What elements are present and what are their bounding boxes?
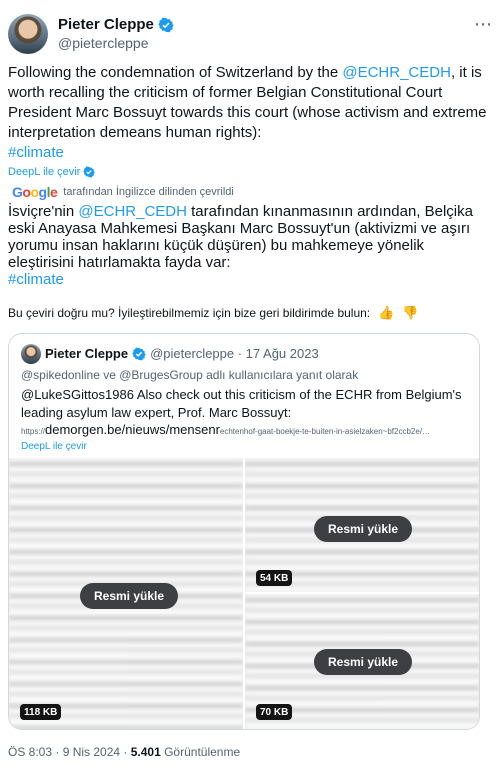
views-count: 5.401: [130, 745, 161, 759]
feedback-question: Bu çeviri doğru mu? İyileştirebilmemiz i…: [8, 306, 371, 320]
link-scheme: https://: [21, 427, 46, 436]
quoted-author-row: Pieter Cleppe @pietercleppe · 17 Ağu 202…: [45, 346, 319, 361]
link-tail: echtenhof-gaat-boekje-te-buiten-in-asiel…: [219, 427, 431, 436]
author-name-row: Pieter Cleppe: [58, 16, 174, 33]
thumbs-down-icon[interactable]: 👎: [402, 305, 418, 321]
translation-feedback: Bu çeviri doğru mu? İyileştirebilmemiz i…: [8, 305, 419, 321]
media-grid: Resmi yükle 118 KB Resmi yükle 54 KB Res…: [9, 458, 479, 729]
translated-mention-link[interactable]: @ECHR_CEDH: [78, 203, 187, 220]
deepl-label: DeepL ile çevir: [8, 166, 81, 178]
more-options-icon[interactable]: ⋯: [474, 14, 493, 35]
quoted-tweet[interactable]: Pieter Cleppe @pietercleppe · 17 Ağu 202…: [8, 333, 480, 730]
timestamp[interactable]: ÖS 8:03 · 9 Nis 2024 ·: [8, 745, 131, 759]
deepl-translate-link[interactable]: DeepL ile çevir: [8, 166, 96, 178]
quoted-text: @LukeSGittos1986 Also check out this cri…: [21, 387, 462, 420]
quoted-reply-to: @spikedonline ve @BrugesGroup adlı kulla…: [21, 368, 359, 382]
author-handle[interactable]: @pietercleppe: [58, 35, 149, 51]
quoted-author-name[interactable]: Pieter Cleppe: [45, 346, 128, 361]
quoted-deepl-label: DeepL ile çevir: [21, 441, 87, 452]
quoted-meta: @pietercleppe · 17 Ağu 2023: [150, 346, 319, 361]
thumbs-up-icon[interactable]: 👍: [378, 305, 394, 321]
avatar[interactable]: [8, 14, 48, 54]
load-image-button[interactable]: Resmi yükle: [314, 516, 413, 542]
media-image-1[interactable]: Resmi yükle 118 KB: [9, 458, 243, 729]
translated-text: İsviçre'nin @ECHR_CEDH tarafından kınanm…: [8, 203, 494, 288]
tweet-footer: ÖS 8:03 · 9 Nis 2024 · 5.401 Görüntülenm…: [8, 745, 240, 759]
google-translate-attribution: Google tarafından İngilizce dilinden çev…: [12, 184, 234, 200]
mention-link[interactable]: @ECHR_CEDH: [342, 64, 451, 81]
verified-badge-icon: [158, 17, 174, 32]
media-image-2[interactable]: Resmi yükle 54 KB: [245, 458, 479, 592]
load-image-button[interactable]: Resmi yükle: [80, 583, 179, 609]
hashtag-link[interactable]: #climate: [8, 144, 64, 161]
link-main: demorgen.be/nieuws/mensenr: [45, 422, 220, 437]
quoted-link[interactable]: https://demorgen.be/nieuws/mensenrechten…: [21, 422, 476, 437]
load-image-button[interactable]: Resmi yükle: [314, 649, 413, 675]
author-name[interactable]: Pieter Cleppe: [58, 16, 154, 33]
deepl-verified-icon: [83, 166, 96, 178]
tweet-header: Pieter Cleppe @pietercleppe ⋯: [8, 14, 495, 54]
quoted-verified-badge-icon: [132, 347, 146, 360]
quoted-deepl-link[interactable]: DeepL ile çevir: [21, 441, 87, 452]
google-attribution-text: tarafından İngilizce dilinden çevrildi: [63, 186, 234, 198]
tweet-text-pre: Following the condemnation of Switzerlan…: [8, 64, 343, 81]
translated-hashtag-link[interactable]: #climate: [8, 271, 64, 288]
google-logo-icon: Google: [12, 184, 58, 200]
image-size-badge: 118 KB: [20, 704, 62, 720]
media-image-3[interactable]: Resmi yükle 70 KB: [245, 594, 479, 729]
image-size-badge: 54 KB: [256, 570, 293, 586]
quoted-avatar[interactable]: [21, 344, 41, 364]
image-size-badge: 70 KB: [256, 704, 293, 720]
views-label: Görüntülenme: [160, 745, 241, 759]
tweet-text: Following the condemnation of Switzerlan…: [8, 63, 494, 163]
translated-text-pre: İsviçre'nin: [8, 203, 79, 220]
